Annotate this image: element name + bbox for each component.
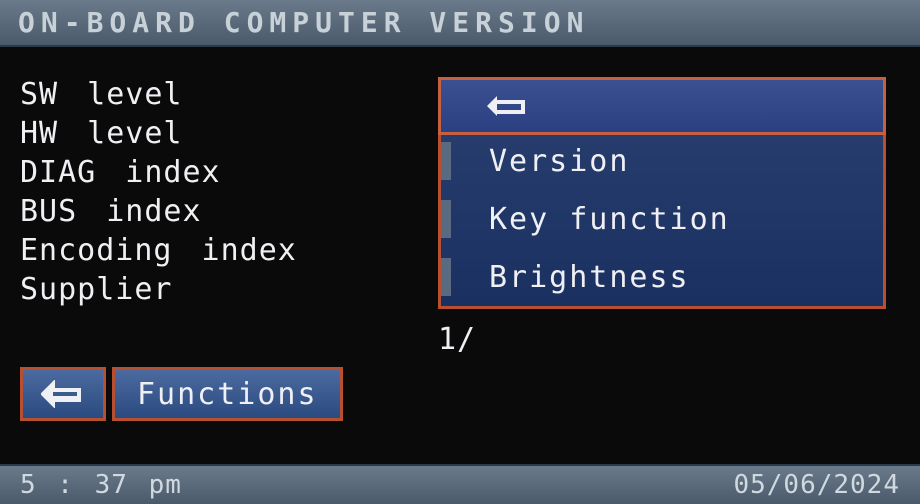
status-time: 5 : 37 pm <box>20 470 182 500</box>
back-icon <box>485 92 529 120</box>
status-bar: 5 : 37 pm 05/06/2024 <box>0 464 920 504</box>
menu-item-back[interactable] <box>438 77 886 135</box>
list-item: Encoding index <box>20 233 297 268</box>
functions-menu: Version Key function Brightness <box>438 77 886 309</box>
list-item: HW level <box>20 116 297 151</box>
page-indicator: 1/ <box>438 322 476 357</box>
back-icon <box>41 380 85 408</box>
list-item: Supplier <box>20 272 297 307</box>
menu-item-key-function[interactable]: Key function <box>441 190 883 248</box>
bottom-nav: Functions <box>20 367 343 421</box>
main-content: SW level HW level DIAG index BUS index E… <box>0 47 920 465</box>
status-date: 05/06/2024 <box>733 470 900 500</box>
list-item: BUS index <box>20 194 297 229</box>
back-button[interactable] <box>20 367 106 421</box>
list-item: DIAG index <box>20 155 297 190</box>
menu-item-brightness[interactable]: Brightness <box>441 248 883 306</box>
functions-button[interactable]: Functions <box>112 367 343 421</box>
list-item: SW level <box>20 77 297 112</box>
menu-item-version[interactable]: Version <box>441 132 883 190</box>
page-title: ON-BOARD COMPUTER VERSION <box>0 0 920 47</box>
info-list: SW level HW level DIAG index BUS index E… <box>20 77 297 307</box>
